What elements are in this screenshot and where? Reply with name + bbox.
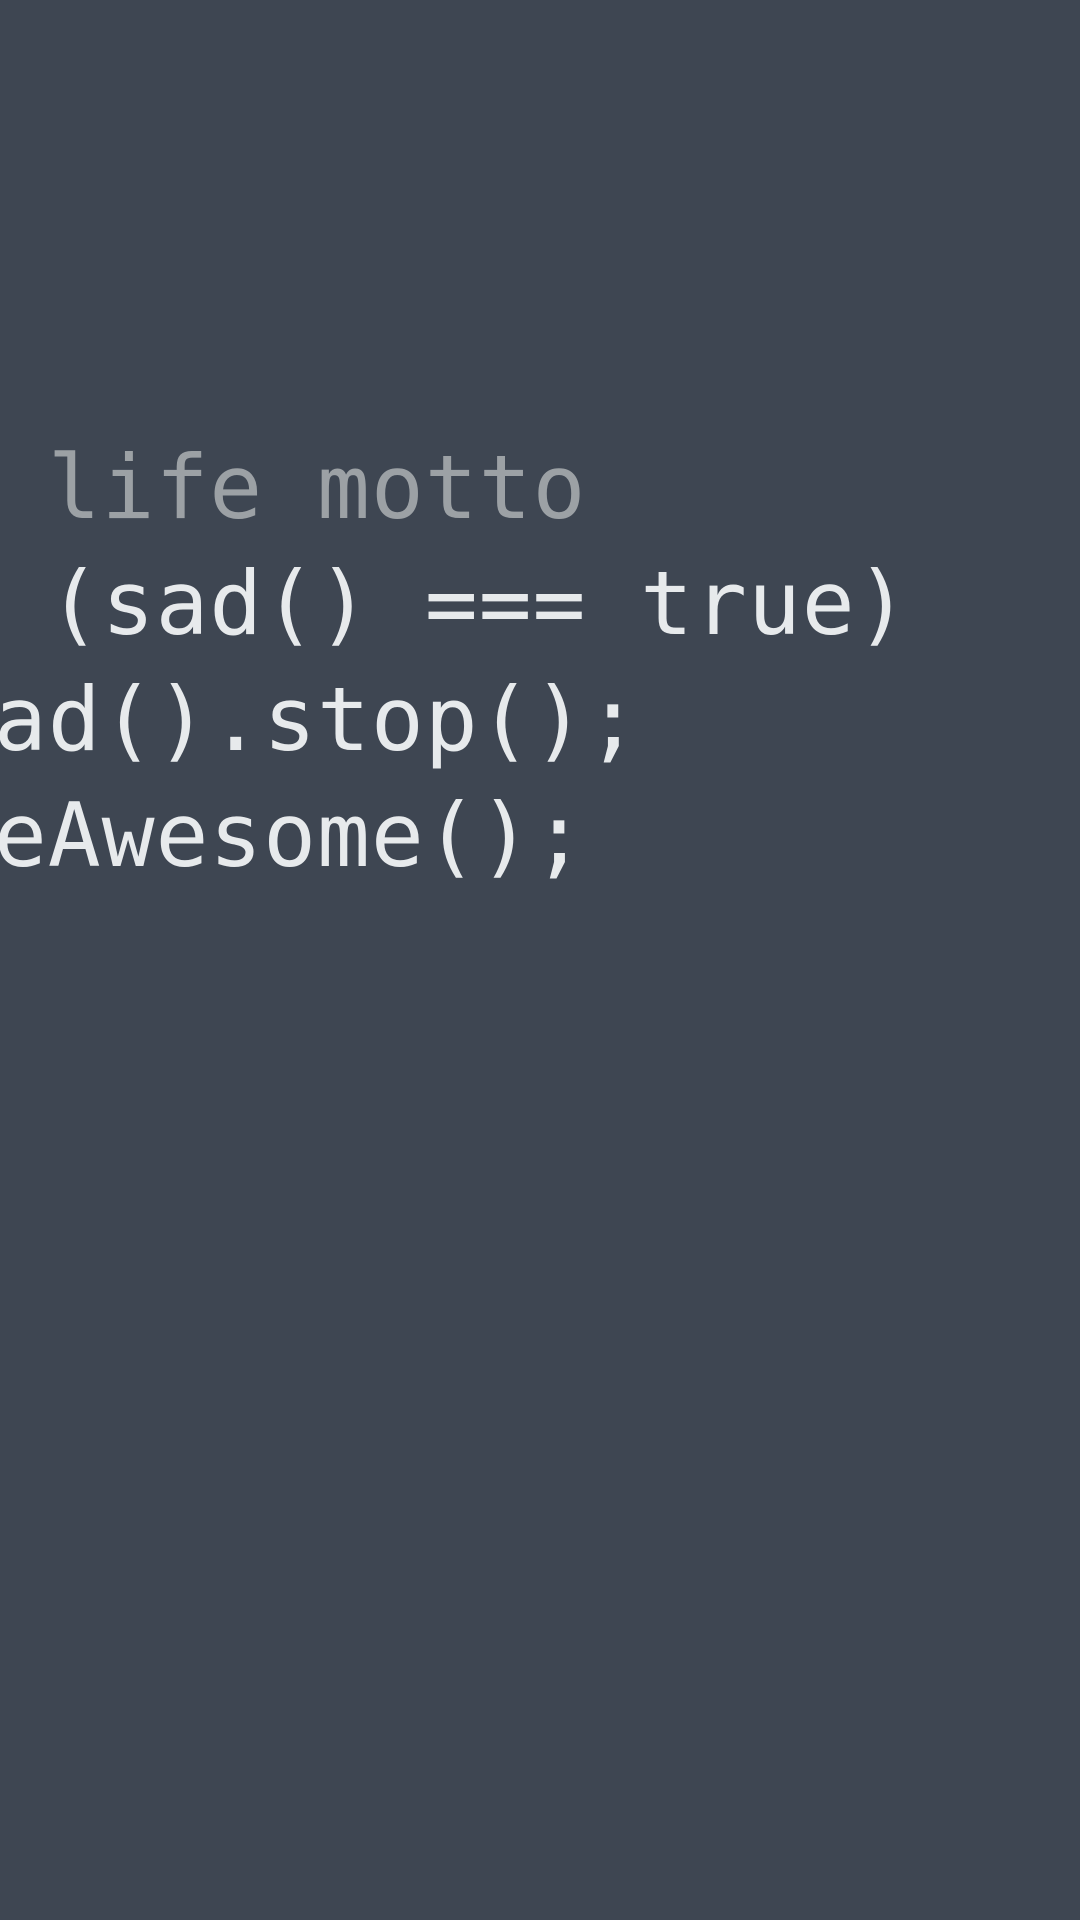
code-comment-line: / life motto bbox=[0, 430, 910, 546]
code-body-line-2: beAwesome(); bbox=[0, 778, 910, 894]
code-if-line: f (sad() === true) bbox=[0, 546, 910, 662]
code-body-line-1: sad().stop(); bbox=[0, 662, 910, 778]
code-snippet: / life motto f (sad() === true) sad().st… bbox=[0, 430, 910, 895]
